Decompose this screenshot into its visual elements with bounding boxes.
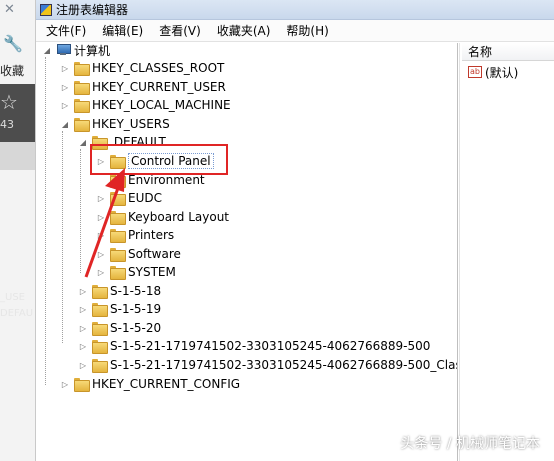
tree-node-label: EUDC xyxy=(128,191,162,205)
highlight-box xyxy=(90,144,228,175)
tree-node-label: S-1-5-21-1719741502-3303105245-406276688… xyxy=(110,358,458,372)
folder-icon xyxy=(110,229,126,243)
folder-icon xyxy=(110,211,126,225)
tree-node-hkcu[interactable]: ▷ HKEY_CURRENT_USER xyxy=(60,78,226,96)
expand-icon[interactable]: ▷ xyxy=(96,231,106,240)
tree-node-label: S-1-5-20 xyxy=(110,321,162,335)
title-bar[interactable]: 注册表编辑器 xyxy=(36,0,554,20)
folder-icon xyxy=(92,322,108,336)
tree-node-software[interactable]: ▷ Software xyxy=(96,245,181,263)
menu-file[interactable]: 文件(F) xyxy=(38,22,94,39)
folder-icon xyxy=(74,81,90,95)
folder-icon xyxy=(110,266,126,280)
favorites-count: 43 xyxy=(0,118,14,131)
folder-icon xyxy=(74,118,90,132)
collapse-icon[interactable]: ◢ xyxy=(78,138,88,147)
tree-node-label: HKEY_CURRENT_CONFIG xyxy=(92,377,241,391)
tree-connector xyxy=(45,57,46,385)
tree-node-system[interactable]: ▷ SYSTEM xyxy=(96,263,176,281)
tree-node-keyboard-layout[interactable]: ▷ Keyboard Layout xyxy=(96,208,229,226)
tree-node-label: HKEY_CURRENT_USER xyxy=(92,80,226,94)
folder-icon xyxy=(74,62,90,76)
folder-icon xyxy=(92,359,108,373)
tree-node-s-1-5-20[interactable]: ▷ S-1-5-20 xyxy=(78,319,161,337)
name-column-header[interactable]: 名称 xyxy=(462,43,554,61)
expand-icon[interactable]: ▷ xyxy=(78,324,88,333)
faint-text: DEFAU xyxy=(0,308,34,319)
tree-node-label: Environment xyxy=(128,173,205,187)
tree-node-s-long[interactable]: ▷ S-1-5-21-1719741502-3303105245-4062766… xyxy=(78,337,430,355)
value-row-default[interactable]: ab (默认) xyxy=(462,63,554,81)
registry-tree[interactable]: ◢ 计算机 ▷ HKEY_CLASSES_ROOT ▷ HKEY_CURRENT… xyxy=(36,43,458,461)
tree-node-label: S-1-5-19 xyxy=(110,302,162,316)
expand-icon[interactable]: ▷ xyxy=(96,268,106,277)
tree-node-printers[interactable]: ▷ Printers xyxy=(96,226,174,244)
tree-node-label: Software xyxy=(128,247,181,261)
folder-icon xyxy=(74,99,90,113)
tree-connector xyxy=(80,149,81,273)
string-value-icon: ab xyxy=(468,66,482,78)
values-pane[interactable]: 名称 ab (默认) xyxy=(462,43,554,461)
background-window: ✕ 🔧 收藏 ☆ 43 _USE DEFAU xyxy=(0,0,36,461)
background-strip xyxy=(0,142,35,170)
expand-icon[interactable]: ▷ xyxy=(78,287,88,296)
tree-node-label: HKEY_LOCAL_MACHINE xyxy=(92,98,231,112)
star-icon[interactable]: ☆ xyxy=(0,90,18,114)
tree-node-hkcr[interactable]: ▷ HKEY_CLASSES_ROOT xyxy=(60,59,224,77)
expand-icon[interactable]: ▷ xyxy=(78,342,88,351)
folder-icon xyxy=(92,285,108,299)
tree-node-label: HKEY_USERS xyxy=(92,117,170,131)
wrench-icon[interactable]: 🔧 xyxy=(3,34,23,53)
menu-view[interactable]: 查看(V) xyxy=(151,22,209,39)
tree-node-s-1-5-18[interactable]: ▷ S-1-5-18 xyxy=(78,282,161,300)
expand-icon[interactable]: ▷ xyxy=(96,250,106,259)
tree-node-label: 计算机 xyxy=(74,43,111,58)
expand-icon[interactable]: ▷ xyxy=(96,194,106,203)
expand-icon[interactable]: ▷ xyxy=(78,305,88,314)
regedit-icon xyxy=(40,3,52,16)
collapse-icon[interactable]: ◢ xyxy=(60,120,70,129)
tree-node-hklm[interactable]: ▷ HKEY_LOCAL_MACHINE xyxy=(60,96,231,114)
menu-favorites[interactable]: 收藏夹(A) xyxy=(209,22,279,39)
tree-node-eudc[interactable]: ▷ EUDC xyxy=(96,189,162,207)
tree-node-label: HKEY_CLASSES_ROOT xyxy=(92,61,225,75)
expand-icon[interactable]: ▷ xyxy=(60,83,70,92)
close-icon[interactable]: ✕ xyxy=(4,2,15,17)
favorites-label: 收藏 xyxy=(0,64,25,78)
menu-bar: 文件(F) 编辑(E) 查看(V) 收藏夹(A) 帮助(H) xyxy=(36,20,554,42)
tree-node-label: Printers xyxy=(128,228,175,242)
tree-connector xyxy=(62,131,63,343)
expand-icon[interactable]: ▷ xyxy=(78,361,88,370)
tree-node-label: Keyboard Layout xyxy=(128,210,230,224)
expand-icon[interactable]: ▷ xyxy=(60,380,70,389)
menu-help[interactable]: 帮助(H) xyxy=(278,22,336,39)
watermark: 头条号 / 机械师笔记本 xyxy=(400,436,540,452)
faint-text: _USE xyxy=(0,292,25,303)
folder-icon xyxy=(92,303,108,317)
folder-icon xyxy=(110,248,126,262)
tree-node-label: S-1-5-21-1719741502-3303105245-406276688… xyxy=(110,339,431,353)
tree-node-s-1-5-19[interactable]: ▷ S-1-5-19 xyxy=(78,300,161,318)
tree-node-computer[interactable]: ◢ 计算机 xyxy=(42,43,110,59)
menu-edit[interactable]: 编辑(E) xyxy=(94,22,151,39)
pane-splitter[interactable] xyxy=(459,43,460,461)
window-title: 注册表编辑器 xyxy=(56,3,129,17)
tree-node-hku[interactable]: ◢ HKEY_USERS xyxy=(60,115,170,133)
tree-node-label: S-1-5-18 xyxy=(110,284,162,298)
tree-node-label: SYSTEM xyxy=(128,265,176,279)
folder-icon xyxy=(110,174,126,188)
collapse-icon[interactable]: ◢ xyxy=(42,46,52,55)
expand-icon[interactable]: ▷ xyxy=(60,64,70,73)
computer-icon xyxy=(56,44,71,56)
tree-node-hkcc[interactable]: ▷ HKEY_CURRENT_CONFIG xyxy=(60,375,240,393)
value-name: (默认) xyxy=(485,65,519,80)
folder-icon xyxy=(74,378,90,392)
registry-editor-window: 注册表编辑器 文件(F) 编辑(E) 查看(V) 收藏夹(A) 帮助(H) ◢ … xyxy=(36,0,554,461)
folder-icon xyxy=(110,192,126,206)
expand-icon[interactable]: ▷ xyxy=(96,213,106,222)
folder-icon xyxy=(92,340,108,354)
tree-node-s-long-classes[interactable]: ▷ S-1-5-21-1719741502-3303105245-4062766… xyxy=(78,356,458,374)
expand-icon[interactable]: ▷ xyxy=(60,101,70,110)
